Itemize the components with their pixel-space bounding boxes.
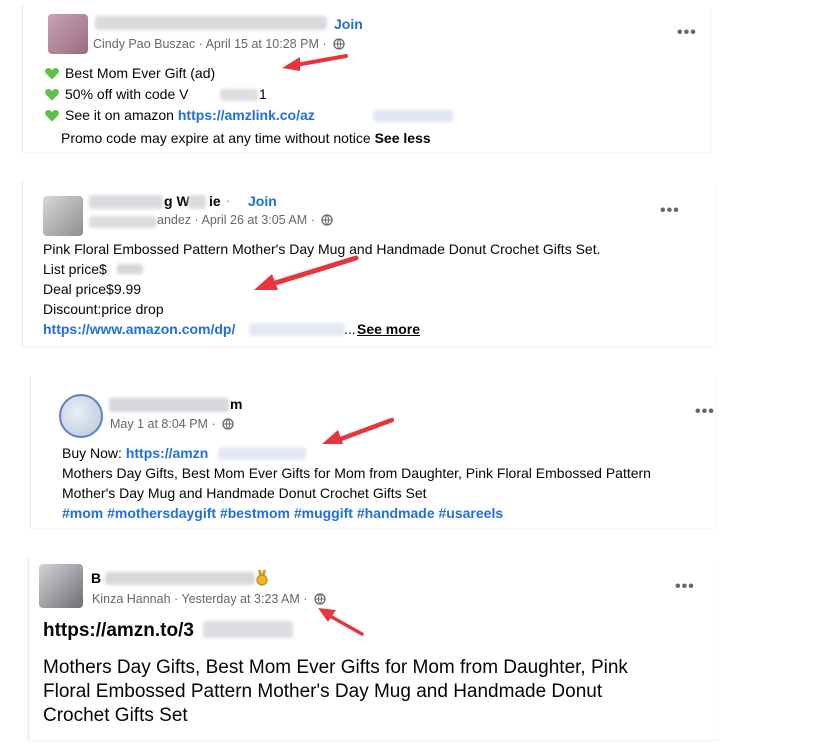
post-card-4: B Kinza Hannah · Yesterday at 3:23 AM · … — [28, 558, 717, 740]
more-options-icon[interactable]: ••• — [677, 24, 697, 42]
redacted-link — [203, 621, 293, 638]
page-name-partial[interactable]: m — [230, 396, 242, 412]
post-card-1: Join Cindy Pao Buszac · April 15 at 10:2… — [22, 6, 711, 152]
join-link[interactable]: Join — [248, 193, 277, 209]
post-timestamp[interactable]: April 26 at 3:05 AM — [202, 213, 308, 227]
meta-separator: · — [198, 37, 203, 51]
avatar[interactable] — [59, 394, 103, 438]
post-line: Deal price$9.99 — [43, 281, 142, 297]
globe-icon — [333, 38, 345, 50]
globe-icon — [222, 418, 234, 430]
post-line: Best Mom Ever Gift (ad) — [45, 63, 215, 83]
author-name[interactable]: andez — [157, 213, 191, 227]
product-link[interactable]: https://www.amazon.com/dp/ — [43, 319, 235, 339]
post-line: Mother's Day Mug and Handmade Donut Croc… — [62, 485, 427, 501]
meta-separator: · — [194, 213, 199, 227]
buy-now-label: Buy Now: — [62, 445, 122, 461]
red-arrow-annotation — [254, 255, 359, 290]
post-timestamp[interactable]: April 15 at 10:28 PM — [206, 37, 319, 51]
post-line: Crochet Gifts Set — [43, 705, 188, 726]
more-options-icon[interactable]: ••• — [675, 578, 695, 596]
post-meta: andez · April 26 at 3:05 AM · — [157, 213, 333, 227]
redacted-page-name — [105, 572, 255, 585]
post-line: 50% off with code V — [45, 84, 188, 104]
redacted-page-name — [109, 398, 229, 412]
join-link[interactable]: Join — [334, 16, 363, 32]
affiliate-link[interactable]: https://amzlink.co/az — [178, 107, 315, 123]
post-line: Mothers Day Gifts, Best Mom Ever Gifts f… — [43, 657, 628, 678]
post-card-3: m May 1 at 8:04 PM · ••• Buy Now: https:… — [30, 376, 715, 528]
meta-separator: · — [211, 417, 216, 431]
avatar[interactable] — [43, 196, 83, 236]
post-timestamp[interactable]: May 1 at 8:04 PM — [110, 417, 208, 431]
red-arrow-annotation — [282, 54, 348, 71]
post-line: Discount:price drop — [43, 301, 164, 317]
meta-separator: · — [226, 194, 231, 208]
see-more-link[interactable]: See more — [357, 319, 420, 339]
see-less-link[interactable]: See less — [375, 130, 431, 146]
post-line: Buy Now: https://amzn — [62, 443, 208, 463]
promo-code-tail: 1 — [259, 86, 267, 102]
red-arrow-annotation — [322, 417, 394, 444]
meta-separator: · — [303, 592, 308, 606]
post-line: List price$ — [43, 261, 107, 277]
more-options-icon[interactable]: ••• — [695, 403, 715, 421]
avatar[interactable] — [48, 14, 88, 54]
meta-separator: · — [174, 592, 179, 606]
more-options-icon[interactable]: ••• — [660, 202, 680, 220]
post-timestamp[interactable]: Yesterday at 3:23 AM — [181, 592, 299, 606]
redacted-group-name — [95, 16, 327, 30]
post-line: See it on amazon https://amzlink.co/az — [45, 105, 315, 125]
post-meta: Kinza Hannah · Yesterday at 3:23 AM · — [92, 592, 326, 606]
author-name[interactable]: Cindy Pao Buszac — [93, 37, 195, 51]
globe-icon — [314, 593, 326, 605]
redacted-group-name — [188, 195, 206, 209]
redacted-group-name — [89, 195, 163, 209]
post-line: Promo code may expire at any time withou… — [61, 130, 431, 146]
post-meta: May 1 at 8:04 PM · — [110, 417, 234, 431]
post-meta: Cindy Pao Buszac · April 15 at 10:28 PM … — [93, 37, 345, 51]
heart-icon — [45, 109, 59, 122]
buy-now-link[interactable]: https://amzn — [126, 445, 208, 461]
author-name[interactable]: Kinza Hannah — [92, 592, 171, 606]
meta-separator: · — [310, 213, 315, 227]
heart-icon — [45, 67, 59, 80]
group-name-partial[interactable]: g W — [164, 193, 190, 209]
short-link[interactable]: https://amzn.to/3 — [43, 620, 194, 642]
hashtags[interactable]: #mom #mothersdaygift #bestmom #muggift #… — [62, 503, 503, 523]
post-line: Floral Embossed Pattern Mother's Day Mug… — [43, 681, 603, 702]
ellipsis: ... — [344, 321, 356, 337]
group-name-partial[interactable]: ie — [209, 193, 221, 209]
post-line: Mothers Day Gifts, Best Mom Ever Gifts f… — [62, 465, 651, 481]
redacted-promo-code — [220, 89, 258, 101]
page-name-partial[interactable]: B — [91, 570, 101, 586]
red-arrow-annotation — [318, 608, 364, 636]
redacted-link — [218, 447, 306, 460]
globe-icon — [321, 214, 333, 226]
post-card-2: g W ie · Join andez · April 26 at 3:05 A… — [22, 182, 715, 346]
meta-separator: · — [322, 37, 327, 51]
redacted-link — [373, 110, 453, 122]
redacted-link — [249, 323, 345, 336]
redacted-list-price — [117, 264, 143, 274]
redacted-author-name — [89, 216, 157, 228]
heart-icon — [45, 88, 59, 101]
medal-icon — [256, 570, 268, 586]
avatar[interactable] — [39, 564, 83, 608]
